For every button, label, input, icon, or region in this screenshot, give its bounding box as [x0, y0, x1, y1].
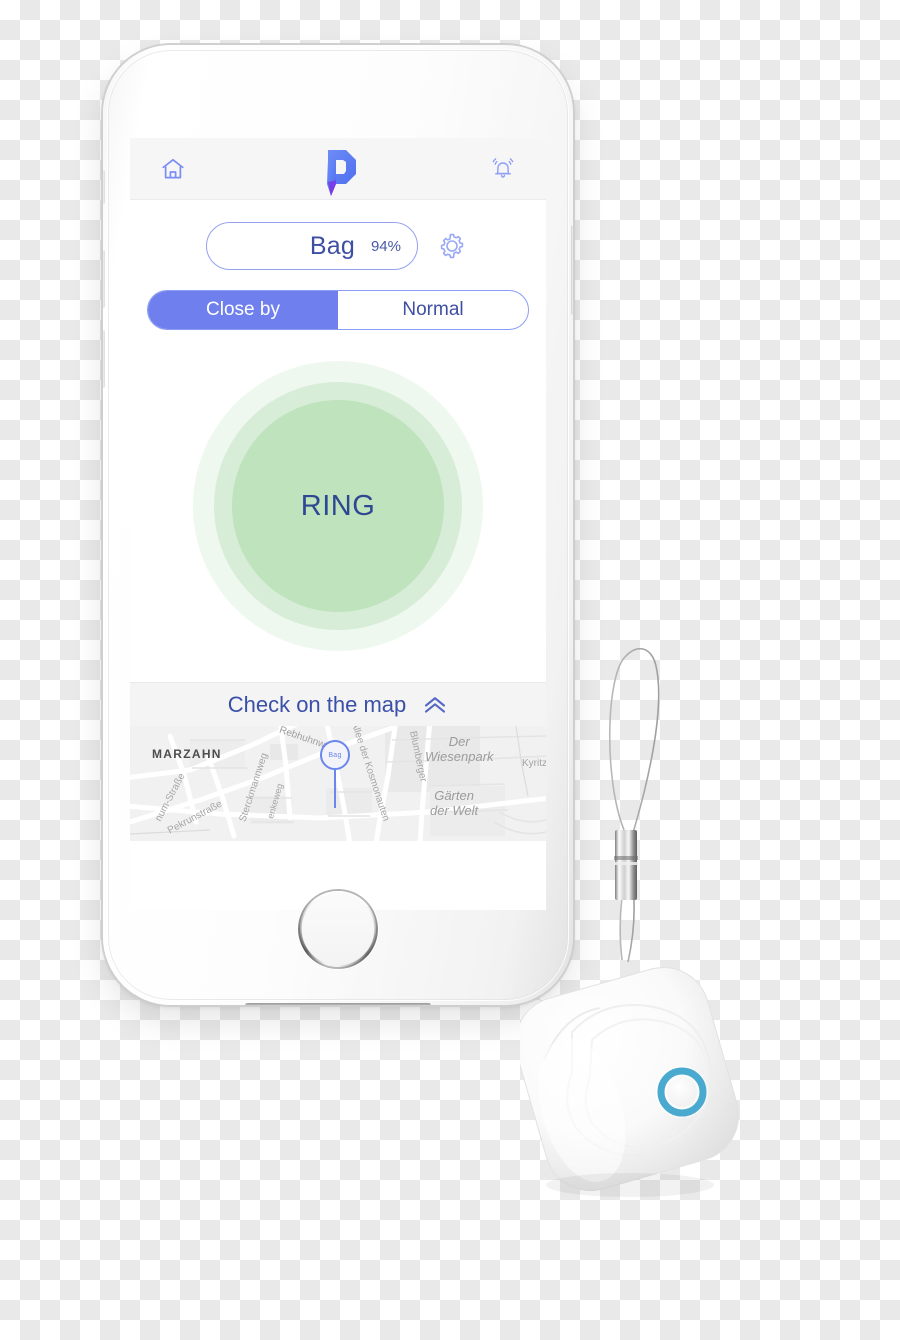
bluetooth-tracker-tag	[514, 640, 750, 1200]
map-pin-label: Bag	[328, 751, 342, 759]
device-selector-row: Bag 94%	[130, 222, 546, 270]
ring-button-label: RING	[300, 489, 376, 522]
map-pin[interactable]: Bag	[320, 740, 350, 770]
range-option-normal[interactable]: Normal	[338, 291, 528, 329]
volume-up-button[interactable]	[103, 250, 105, 308]
led-ring	[656, 1066, 708, 1118]
ringing-bell-icon[interactable]	[486, 152, 520, 186]
home-button[interactable]	[300, 891, 376, 967]
phone-screen: Bag 94% Close by Normal RING Check on th…	[130, 138, 546, 910]
bottom-edge-slit	[245, 1003, 431, 1005]
check-map-bar[interactable]: Check on the map	[130, 682, 546, 726]
map-preview[interactable]: MARZAHN Der Wiesenpark Gärten der Welt K…	[130, 726, 546, 841]
device-selector[interactable]: Bag 94%	[206, 222, 418, 270]
battery-level: 94%	[370, 237, 401, 255]
ring-button-area: RING	[130, 330, 546, 682]
home-icon[interactable]	[156, 152, 190, 186]
range-mode-toggle[interactable]: Close by Normal	[147, 290, 529, 330]
check-map-label: Check on the map	[227, 691, 407, 717]
map-pin-stem	[334, 770, 336, 808]
tracker-body	[514, 966, 740, 1192]
iphone-mockup: Bag 94% Close by Normal RING Check on th…	[103, 45, 573, 1005]
power-button[interactable]	[571, 225, 573, 315]
ring-halo-outer: RING	[193, 361, 483, 651]
silent-switch[interactable]	[103, 170, 105, 204]
lanyard-slider	[614, 830, 638, 900]
ring-halo-mid: RING	[214, 382, 462, 630]
range-option-close-by[interactable]: Close by	[148, 291, 338, 329]
gear-icon[interactable]	[434, 228, 470, 264]
ring-button[interactable]: RING	[232, 400, 444, 612]
app-header	[130, 138, 546, 200]
device-name: Bag	[309, 231, 355, 260]
volume-down-button[interactable]	[103, 330, 105, 388]
lanyard-loop	[608, 647, 660, 963]
pebblebee-logo	[312, 144, 364, 200]
double-chevron-up-icon[interactable]	[422, 695, 448, 715]
